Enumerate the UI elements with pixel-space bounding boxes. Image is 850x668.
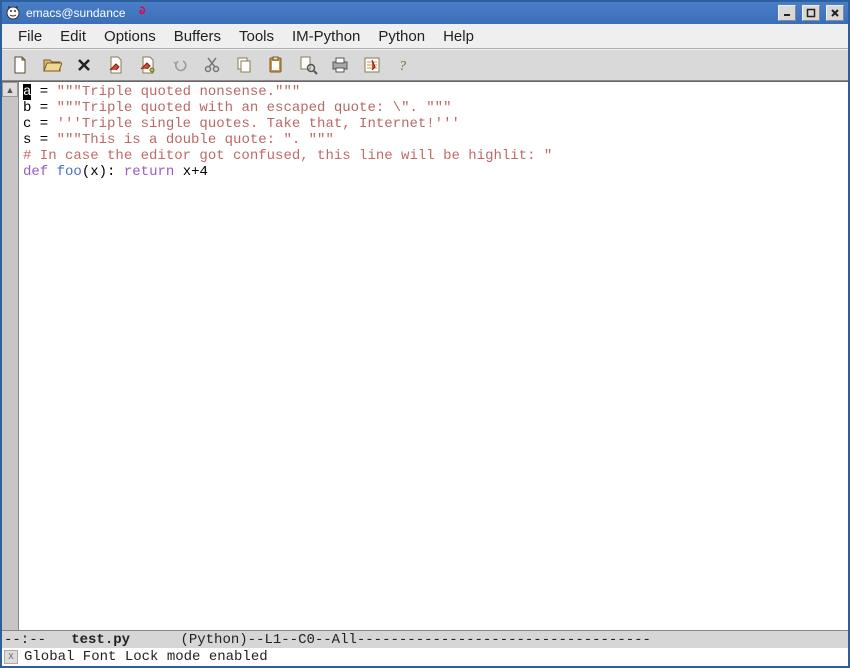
minimize-button[interactable] bbox=[778, 5, 796, 21]
echo-area: X Global Font Lock mode enabled bbox=[2, 648, 848, 666]
menubar: File Edit Options Buffers Tools IM-Pytho… bbox=[2, 24, 848, 49]
string-literal: """Triple quoted nonsense.""" bbox=[57, 84, 301, 100]
modeline-filename: test.py bbox=[54, 632, 155, 648]
code-text: ( bbox=[82, 164, 90, 180]
menu-im-python[interactable]: IM-Python bbox=[284, 26, 368, 47]
keyword-def: def bbox=[23, 164, 48, 180]
code-text: s = bbox=[23, 132, 57, 148]
debian-swirl-icon bbox=[134, 5, 148, 22]
maximize-button[interactable] bbox=[802, 5, 820, 21]
string-literal: """Triple quoted with an escaped quote: … bbox=[57, 100, 452, 116]
paste-icon[interactable] bbox=[264, 53, 288, 77]
menu-buffers[interactable]: Buffers bbox=[166, 26, 229, 47]
code-text bbox=[48, 164, 56, 180]
function-name: foo bbox=[57, 164, 82, 180]
comment: # In case the editor got confused, this … bbox=[23, 148, 552, 164]
menu-edit[interactable]: Edit bbox=[52, 26, 94, 47]
text-buffer[interactable]: a = """Triple quoted nonsense.""" b = ""… bbox=[19, 82, 848, 630]
menu-help[interactable]: Help bbox=[435, 26, 482, 47]
help-icon[interactable]: ? bbox=[392, 53, 416, 77]
code-text: x bbox=[90, 164, 98, 180]
close-icon[interactable] bbox=[72, 53, 96, 77]
string-literal: '''Triple single quotes. Take that, Inte… bbox=[57, 116, 460, 132]
echo-message: Global Font Lock mode enabled bbox=[24, 648, 268, 666]
scrollbar[interactable]: ▲ bbox=[2, 82, 19, 630]
minibuffer-widget: X bbox=[4, 650, 18, 664]
emacs-window: emacs@sundance File Edit Options Buffers… bbox=[0, 0, 850, 668]
undo-icon[interactable] bbox=[168, 53, 192, 77]
modeline-flags: --:-- bbox=[4, 632, 54, 648]
svg-text:?: ? bbox=[399, 59, 406, 74]
code-text: b = bbox=[23, 100, 57, 116]
copy-icon[interactable] bbox=[232, 53, 256, 77]
code-text bbox=[115, 164, 123, 180]
menu-file[interactable]: File bbox=[10, 26, 50, 47]
window-title: emacs@sundance bbox=[26, 6, 126, 20]
preferences-icon[interactable] bbox=[360, 53, 384, 77]
scroll-up-icon[interactable]: ▲ bbox=[2, 82, 18, 97]
modeline: --:-- test.py (Python)--L1--C0--All-----… bbox=[2, 630, 848, 648]
open-folder-icon[interactable] bbox=[40, 53, 64, 77]
toolbar: ? bbox=[2, 49, 848, 81]
new-file-icon[interactable] bbox=[8, 53, 32, 77]
code-text: ): bbox=[99, 164, 116, 180]
titlebar: emacs@sundance bbox=[2, 2, 848, 24]
editor-area: ▲ a = """Triple quoted nonsense.""" b = … bbox=[2, 81, 848, 630]
code-text: x+4 bbox=[174, 164, 208, 180]
menu-python[interactable]: Python bbox=[370, 26, 433, 47]
save-as-icon[interactable] bbox=[136, 53, 160, 77]
keyword-return: return bbox=[124, 164, 174, 180]
menu-tools[interactable]: Tools bbox=[231, 26, 282, 47]
close-window-button[interactable] bbox=[826, 5, 844, 21]
string-literal: """This is a double quote: ". """ bbox=[57, 132, 334, 148]
code-text: c = bbox=[23, 116, 57, 132]
cut-icon[interactable] bbox=[200, 53, 224, 77]
emacs-app-icon bbox=[6, 6, 20, 20]
print-icon[interactable] bbox=[328, 53, 352, 77]
code-text: = bbox=[31, 84, 56, 100]
search-replace-icon[interactable] bbox=[296, 53, 320, 77]
scroll-track[interactable] bbox=[2, 97, 18, 630]
modeline-status: (Python)--L1--C0--All-------------------… bbox=[155, 632, 651, 648]
menu-options[interactable]: Options bbox=[96, 26, 164, 47]
save-icon[interactable] bbox=[104, 53, 128, 77]
